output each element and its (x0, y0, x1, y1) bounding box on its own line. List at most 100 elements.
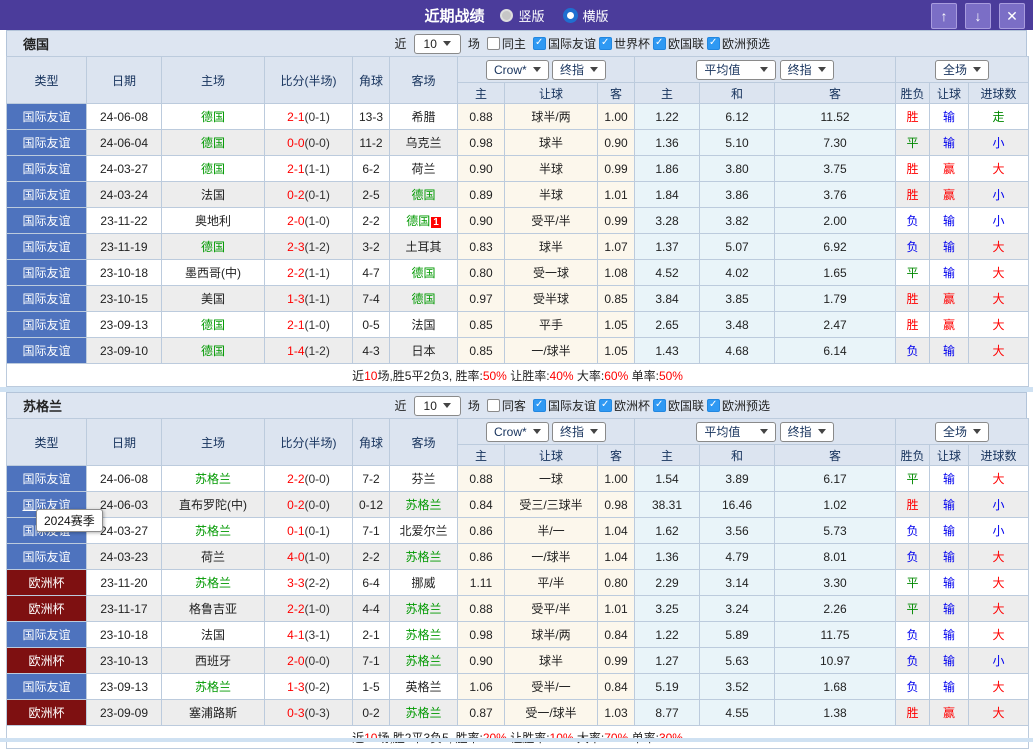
match-type-cell[interactable]: 国际友谊 (7, 260, 87, 286)
match-type-cell[interactable]: 国际友谊 (7, 130, 87, 156)
home-team-cell[interactable]: 德国 (162, 312, 265, 338)
away-team-cell[interactable]: 德国 (390, 286, 458, 312)
away-team-cell[interactable]: 德国1 (390, 208, 458, 234)
europe-time-select[interactable]: 终指 (780, 60, 834, 80)
recent-count-select[interactable]: 10 (414, 396, 461, 416)
away-team-cell[interactable]: 苏格兰 (390, 492, 458, 518)
away-team-cell[interactable]: 苏格兰 (390, 596, 458, 622)
odds-company-select[interactable]: Crow* (486, 422, 549, 442)
home-team-cell[interactable]: 奥地利 (162, 208, 265, 234)
away-team-cell[interactable]: 芬兰 (390, 466, 458, 492)
home-team-cell[interactable]: 苏格兰 (162, 674, 265, 700)
away-team-cell[interactable]: 苏格兰 (390, 648, 458, 674)
odds-time-select[interactable]: 终指 (552, 60, 606, 80)
home-team-cell[interactable]: 直布罗陀(中) (162, 492, 265, 518)
away-team-cell[interactable]: 法国 (390, 312, 458, 338)
away-team-cell[interactable]: 德国 (390, 182, 458, 208)
match-type-cell[interactable]: 欧洲杯 (7, 648, 87, 674)
home-team-cell[interactable]: 德国 (162, 234, 265, 260)
away-team-cell[interactable]: 英格兰 (390, 674, 458, 700)
home-team-cell[interactable]: 德国 (162, 338, 265, 364)
match-type-cell[interactable]: 国际友谊 (7, 674, 87, 700)
competition-checkbox-item[interactable]: 欧洲预选 (707, 35, 770, 52)
odds-company-select[interactable]: Crow* (486, 60, 549, 80)
match-type-cell[interactable]: 国际友谊 (7, 156, 87, 182)
match-type-cell[interactable]: 国际友谊 (7, 544, 87, 570)
recent-count-select[interactable]: 10 (414, 34, 461, 54)
home-team-cell[interactable]: 德国 (162, 130, 265, 156)
match-type-cell[interactable]: 国际友谊 (7, 182, 87, 208)
away-team-cell[interactable]: 土耳其 (390, 234, 458, 260)
match-type-cell[interactable]: 国际友谊 (7, 338, 87, 364)
match-type-cell[interactable]: 国际友谊 (7, 286, 87, 312)
home-team-cell[interactable]: 西班牙 (162, 648, 265, 674)
match-type-cell[interactable]: 国际友谊 (7, 466, 87, 492)
competition-checkbox-item[interactable]: 欧国联 (653, 397, 704, 414)
asian-away-odds: 1.04 (598, 544, 635, 570)
competition-checkbox-item[interactable]: 国际友谊 (533, 397, 596, 414)
home-team-cell[interactable]: 德国 (162, 104, 265, 130)
europe-company-select[interactable]: 平均值 (696, 60, 776, 80)
handicap-line: 平/半 (505, 570, 598, 596)
match-type-cell[interactable]: 国际友谊 (7, 312, 87, 338)
away-team-cell[interactable]: 挪威 (390, 570, 458, 596)
away-team-cell[interactable]: 苏格兰 (390, 544, 458, 570)
match-type-cell[interactable]: 国际友谊 (7, 104, 87, 130)
match-type-cell[interactable]: 国际友谊 (7, 234, 87, 260)
away-team-cell[interactable]: 苏格兰 (390, 622, 458, 648)
europe-time-select[interactable]: 终指 (780, 422, 834, 442)
close-button[interactable]: ✕ (999, 3, 1025, 29)
radio-horizontal-layout[interactable]: 横版 (563, 6, 609, 25)
home-team-cell[interactable]: 苏格兰 (162, 518, 265, 544)
competition-checkbox-item[interactable]: 世界杯 (599, 35, 650, 52)
asian-away-odds: 1.00 (598, 104, 635, 130)
away-team-cell[interactable]: 日本 (390, 338, 458, 364)
away-team-cell[interactable]: 北爱尔兰 (390, 518, 458, 544)
home-team-cell[interactable]: 德国 (162, 156, 265, 182)
move-down-button[interactable]: ↓ (965, 3, 991, 29)
competition-checkbox-item[interactable]: 欧国联 (653, 35, 704, 52)
home-team-cell[interactable]: 法国 (162, 622, 265, 648)
away-team-cell[interactable]: 希腊 (390, 104, 458, 130)
score-cell: 2-1(1-1) (265, 156, 353, 182)
home-team-cell[interactable]: 墨西哥(中) (162, 260, 265, 286)
odds-time-select[interactable]: 终指 (552, 422, 606, 442)
competition-checkbox-item[interactable]: 国际友谊 (533, 35, 596, 52)
competition-checkbox-item[interactable]: 欧洲预选 (707, 397, 770, 414)
home-team-cell[interactable]: 法国 (162, 182, 265, 208)
asian-away-odds: 1.08 (598, 260, 635, 286)
league-label: 欧洲杯 (28, 706, 64, 720)
same-venue-checkbox-item[interactable]: 同客 (487, 397, 526, 414)
away-team-cell[interactable]: 乌克兰 (390, 130, 458, 156)
chevron-down-icon (818, 429, 826, 434)
match-type-cell[interactable]: 国际友谊 (7, 622, 87, 648)
corner-cell: 7-1 (353, 518, 390, 544)
home-team-cell[interactable]: 苏格兰 (162, 466, 265, 492)
scope-select[interactable]: 全场 (935, 422, 989, 442)
away-team-cell[interactable]: 德国 (390, 260, 458, 286)
move-up-button[interactable]: ↑ (931, 3, 957, 29)
same-venue-checkbox-item[interactable]: 同主 (487, 35, 526, 52)
away-team-cell[interactable]: 荷兰 (390, 156, 458, 182)
radio-off-icon (500, 9, 513, 22)
europe-company-select[interactable]: 平均值 (696, 422, 776, 442)
match-type-cell[interactable]: 国际友谊 (7, 208, 87, 234)
half-score: (1-1) (305, 266, 330, 280)
home-team-cell[interactable]: 美国 (162, 286, 265, 312)
full-score: 0-2 (287, 188, 304, 202)
home-team-cell[interactable]: 苏格兰 (162, 570, 265, 596)
scope-select[interactable]: 全场 (935, 60, 989, 80)
home-team-cell[interactable]: 塞浦路斯 (162, 700, 265, 726)
subcol-asian-away: 客 (598, 83, 635, 104)
match-type-cell[interactable]: 欧洲杯 (7, 596, 87, 622)
match-type-cell[interactable]: 欧洲杯 (7, 570, 87, 596)
away-team-cell[interactable]: 苏格兰 (390, 700, 458, 726)
home-team-cell[interactable]: 荷兰 (162, 544, 265, 570)
radio-vertical-layout[interactable]: 竖版 (500, 6, 544, 25)
euro-home-odds: 38.31 (635, 492, 700, 518)
home-team-cell[interactable]: 格鲁吉亚 (162, 596, 265, 622)
match-row: 国际友谊24-03-24法国0-2(0-1)2-5德国0.89半球1.011.8… (7, 182, 1029, 208)
competition-checkbox-item[interactable]: 欧洲杯 (599, 397, 650, 414)
match-type-cell[interactable]: 欧洲杯 (7, 700, 87, 726)
corner-cell: 1-5 (353, 674, 390, 700)
